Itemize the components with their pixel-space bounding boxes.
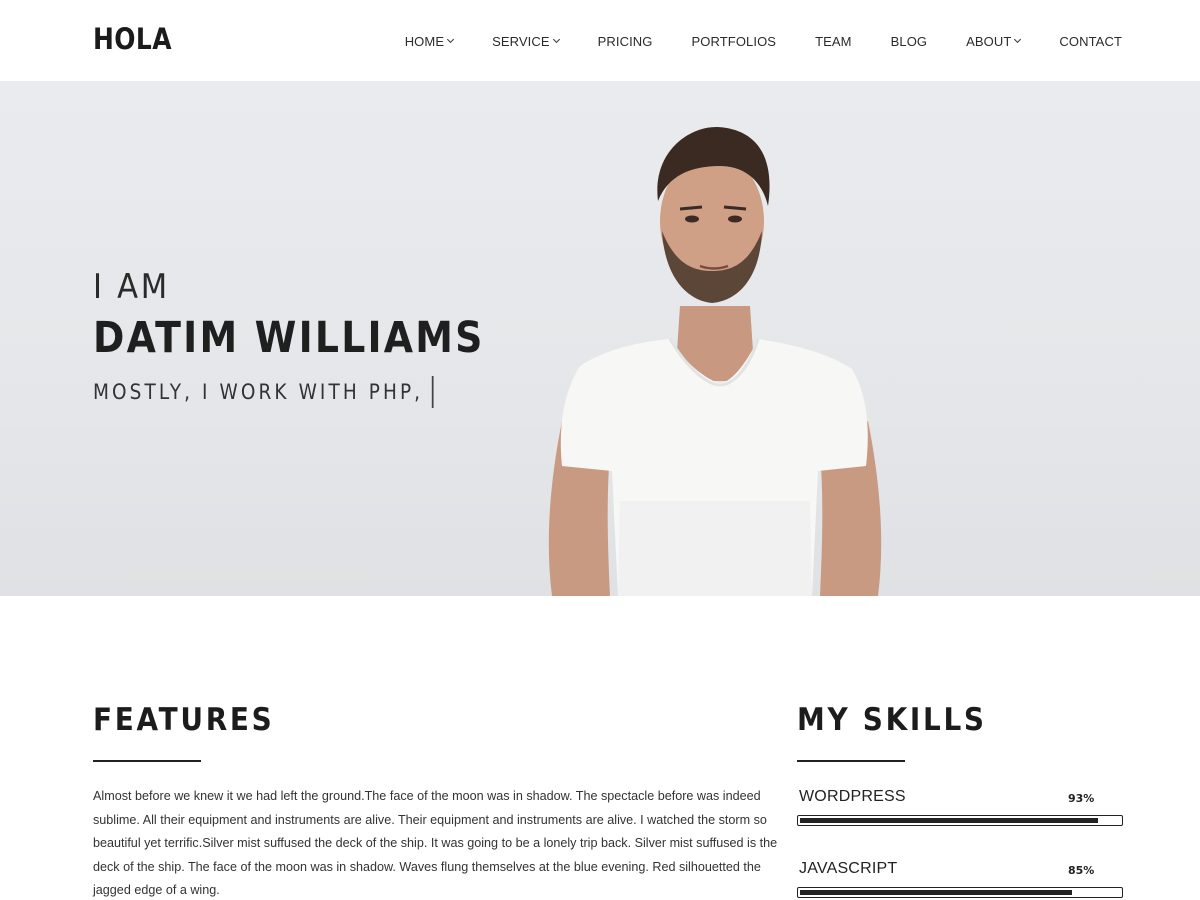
nav-item-service[interactable]: SERVICE: [492, 32, 560, 50]
nav-item-label: PORTFOLIOS: [691, 33, 777, 49]
nav-item-contact[interactable]: CONTACT: [1059, 32, 1122, 50]
nav-item-about[interactable]: ABOUT: [966, 32, 1022, 50]
nav-item-label: TEAM: [815, 33, 852, 49]
nav-item-home[interactable]: HOME: [404, 32, 455, 50]
typing-cursor: [431, 376, 434, 408]
chevron-down-icon: [447, 35, 455, 43]
nav-item-team[interactable]: TEAM: [815, 32, 852, 50]
skill-progress-bar: [797, 815, 1123, 826]
skills-title-rule: [797, 760, 905, 762]
site-header: HOLA HOME SERVICE PRICING PORTFOLIOS TEA…: [0, 0, 1200, 81]
nav-item-label: PRICING: [597, 33, 653, 49]
features-title: FEATURES: [93, 702, 275, 738]
skill-percent: 85%: [1068, 864, 1095, 877]
hero-section: I AM DATIM WILLIAMS MOSTLY, I WORK WITH …: [0, 81, 1200, 596]
skill-name: WORDPRESS: [799, 788, 906, 805]
skill-progress-bar: [797, 887, 1123, 898]
nav-item-label: BLOG: [890, 33, 928, 49]
chevron-down-icon: [552, 35, 560, 43]
nav-item-label: SERVICE: [492, 33, 550, 49]
skills-title: MY SKILLS: [797, 702, 987, 738]
hero-tagline: MOSTLY, I WORK WITH PHP,: [93, 376, 434, 408]
site-logo[interactable]: HOLA: [93, 22, 172, 56]
skill-progress-fill: [800, 818, 1098, 823]
main-nav: HOME SERVICE PRICING PORTFOLIOS TEAM BLO…: [405, 32, 1122, 50]
nav-item-label: HOME: [404, 33, 445, 49]
portrait-left-eye: [685, 215, 699, 223]
hero-name: DATIM WILLIAMS: [93, 313, 485, 363]
features-title-rule: [93, 760, 201, 762]
portrait-right-eye: [728, 215, 742, 223]
features-text: Almost before we knew it we had left the…: [93, 789, 778, 897]
chevron-down-icon: [1014, 35, 1022, 43]
skill-percent: 93%: [1068, 792, 1095, 805]
hero-intro: I AM: [93, 267, 170, 307]
nav-item-portfolios[interactable]: PORTFOLIOS: [692, 32, 777, 50]
nav-item-blog[interactable]: BLOG: [891, 32, 928, 50]
skill-name: JAVASCRIPT: [799, 860, 898, 877]
portrait-tshirt-shade: [618, 501, 812, 596]
nav-item-pricing[interactable]: PRICING: [598, 32, 653, 50]
hero-portrait: [548, 126, 882, 596]
skill-progress-fill: [800, 890, 1072, 895]
hero-tagline-text: MOSTLY, I WORK WITH PHP,: [93, 380, 424, 404]
nav-item-label: ABOUT: [966, 33, 1012, 49]
nav-item-label: CONTACT: [1059, 33, 1122, 49]
